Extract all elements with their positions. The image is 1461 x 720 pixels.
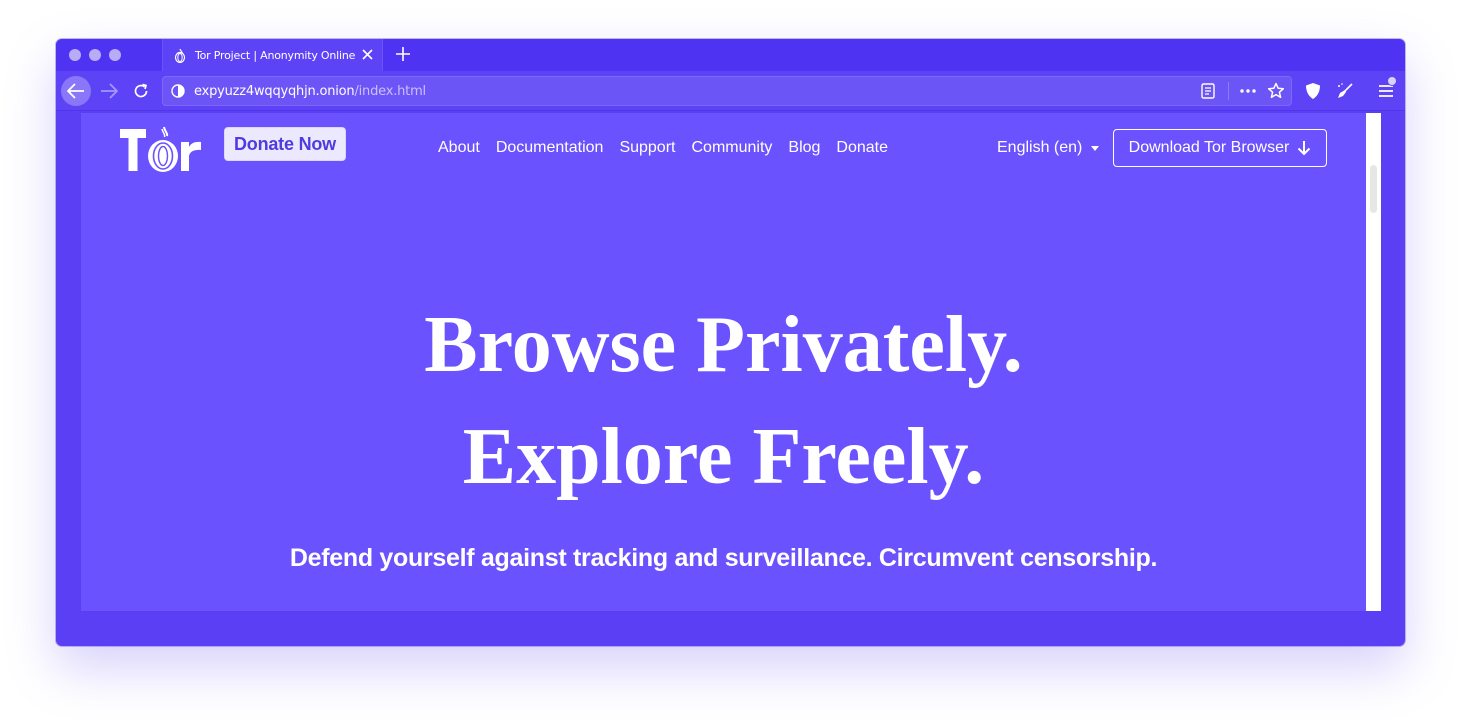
- nav-blog[interactable]: Blog: [788, 139, 820, 157]
- url-text[interactable]: expyuzz4wqqyqhjn.onion/index.html: [194, 84, 426, 99]
- donate-now-button[interactable]: Donate Now: [224, 127, 346, 161]
- nav-support[interactable]: Support: [619, 139, 675, 157]
- browser-window: Tor Project | Anonymity Online expyuzz4w…: [56, 39, 1405, 646]
- new-tab-plus-icon[interactable]: [394, 45, 412, 63]
- back-arrow-icon[interactable]: [61, 76, 91, 106]
- reload-icon[interactable]: [127, 77, 155, 105]
- tor-onion-icon: [173, 47, 187, 63]
- url-bar[interactable]: expyuzz4wqqyqhjn.onion/index.html: [162, 76, 1292, 106]
- page-content: Donate Now About Documentation Support C…: [80, 112, 1382, 612]
- reader-view-icon[interactable]: [1201, 83, 1217, 99]
- url-host: expyuzz4wqqyqhjn.onion: [194, 83, 355, 99]
- nav-community[interactable]: Community: [691, 139, 772, 157]
- tab-title: Tor Project | Anonymity Online: [195, 48, 356, 62]
- window-minimize-control[interactable]: [89, 49, 101, 61]
- tab-bar: Tor Project | Anonymity Online: [56, 39, 1405, 71]
- nav-documentation[interactable]: Documentation: [496, 139, 604, 157]
- download-button-label: Download Tor Browser: [1128, 139, 1290, 156]
- nav-donate[interactable]: Donate: [836, 139, 888, 157]
- language-selector[interactable]: English (en): [997, 139, 1100, 157]
- close-icon[interactable]: [360, 47, 374, 61]
- tor-logo[interactable]: [120, 125, 202, 177]
- bookmark-star-icon[interactable]: [1267, 82, 1285, 100]
- tab-active[interactable]: Tor Project | Anonymity Online: [162, 39, 383, 71]
- hero-subheading: Defend yourself against tracking and sur…: [289, 544, 1158, 572]
- more-actions-icon[interactable]: [1239, 83, 1257, 99]
- language-label: English (en): [997, 139, 1083, 156]
- url-bar-divider: [1228, 82, 1229, 100]
- main-nav: About Documentation Support Community Bl…: [438, 139, 904, 157]
- shield-icon[interactable]: [1303, 81, 1323, 101]
- caret-down-icon: [1091, 145, 1100, 151]
- arrow-down-icon: [1297, 140, 1311, 156]
- forward-arrow-icon[interactable]: [95, 77, 123, 105]
- scrollbar-thumb[interactable]: [1370, 165, 1377, 213]
- onion-identity-icon[interactable]: [170, 83, 186, 99]
- nav-about[interactable]: About: [438, 139, 480, 157]
- new-identity-broom-icon[interactable]: [1335, 81, 1355, 101]
- url-path: /index.html: [354, 83, 426, 99]
- hero-headline-line-2: Explore Freely.: [462, 413, 985, 501]
- navigation-toolbar: expyuzz4wqqyqhjn.onion/index.html: [56, 71, 1405, 111]
- window-close-control[interactable]: [69, 49, 81, 61]
- window-maximize-control[interactable]: [109, 49, 121, 61]
- update-badge: [1387, 76, 1397, 86]
- download-tor-browser-button[interactable]: Download Tor Browser: [1113, 129, 1327, 167]
- hero-headline-line-1: Browse Privately.: [424, 301, 1023, 389]
